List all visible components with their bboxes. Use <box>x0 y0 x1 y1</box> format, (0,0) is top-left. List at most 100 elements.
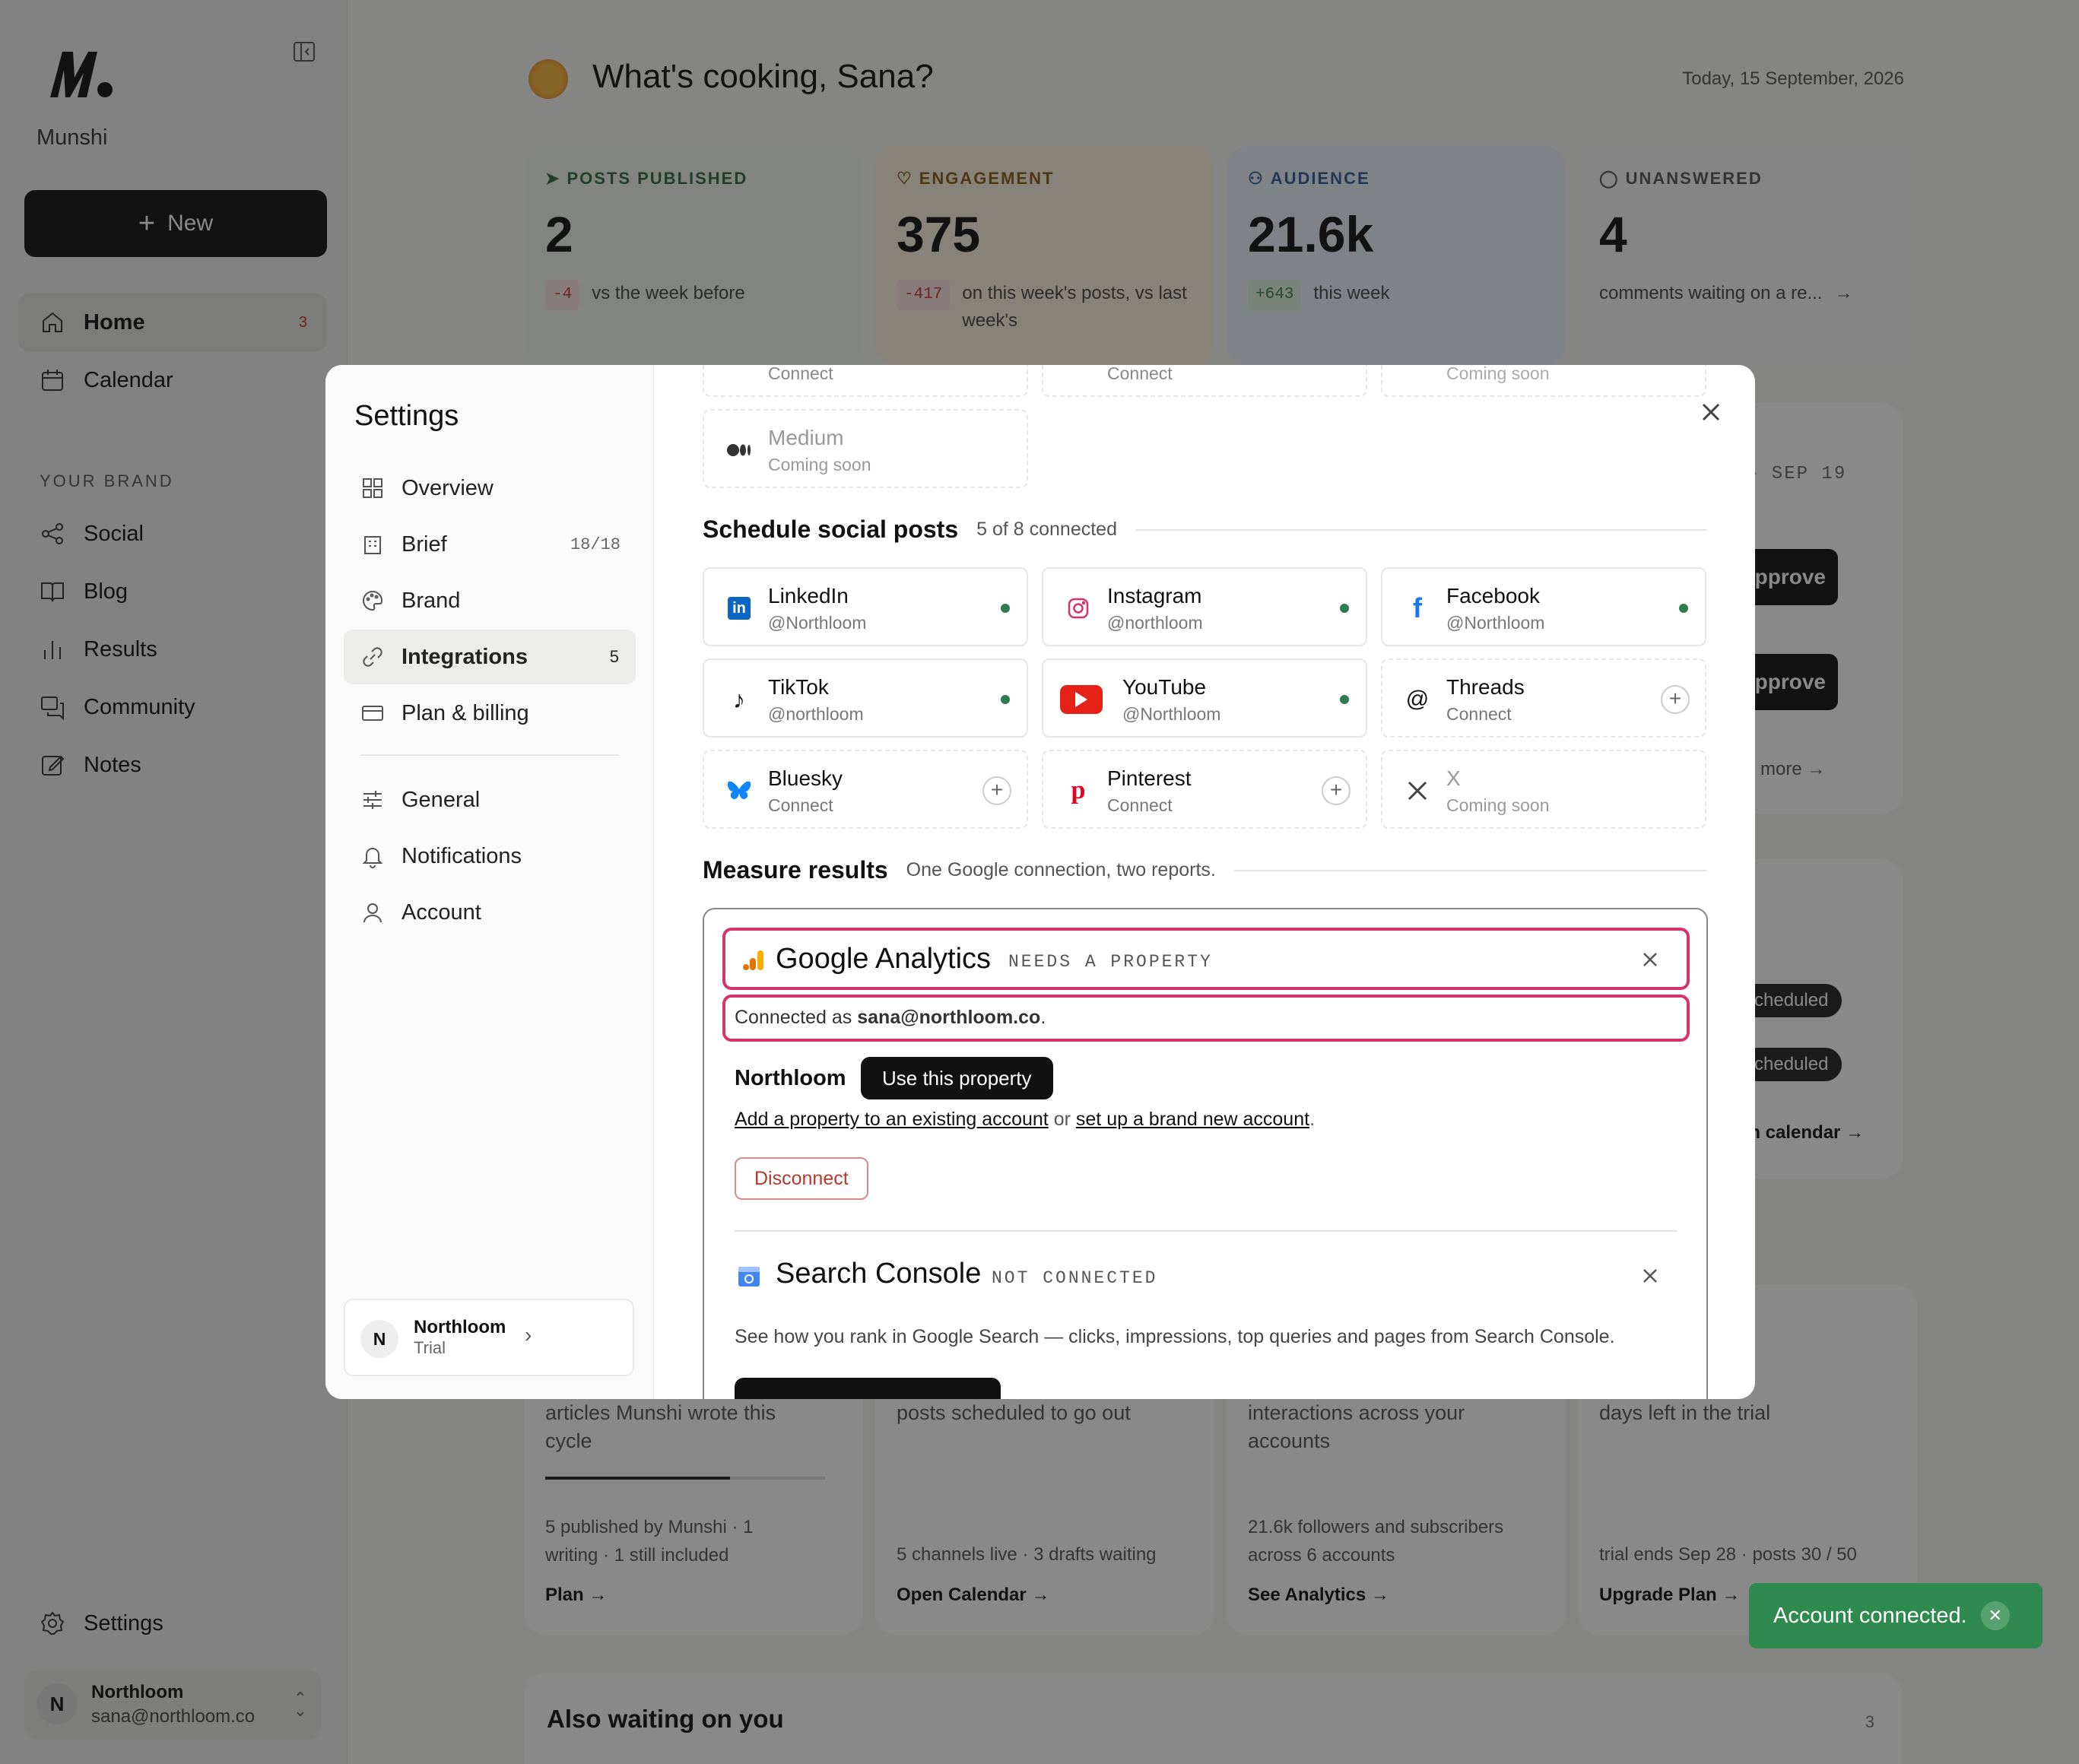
ga-status: NEEDS A PROPERTY <box>1008 952 1213 972</box>
settings-nav-label: Brief <box>402 531 447 557</box>
tile-sub: Connect <box>1446 704 1512 724</box>
toast-text: Account connected. <box>1773 1603 1967 1628</box>
sc-status: NOT CONNECTED <box>992 1268 1158 1288</box>
integration-tile[interactable]: Connect <box>1042 365 1367 397</box>
workspace-switcher[interactable]: N Northloom Trial › <box>344 1299 634 1376</box>
workspace-plan: Trial <box>414 1338 446 1357</box>
integration-tile-medium: Medium Coming soon <box>703 409 1028 488</box>
settings-nav-notifications[interactable]: Notifications <box>344 829 636 884</box>
integration-tile-linkedin[interactable]: in LinkedIn @Northloom <box>703 567 1028 646</box>
tile-name: Medium <box>768 426 844 449</box>
settings-title: Settings <box>354 400 459 432</box>
tiktok-icon: ♪ <box>733 685 745 713</box>
close-icon[interactable] <box>1696 397 1726 427</box>
tile-sub: @northloom <box>1107 613 1203 633</box>
tile-name: Instagram <box>1107 584 1202 608</box>
workspace-name: Northloom <box>414 1317 506 1337</box>
connected-dot <box>1340 695 1349 704</box>
grid-icon <box>363 478 382 498</box>
schedule-section-header: Schedule social posts 5 of 8 connected <box>703 516 1706 544</box>
settings-nav-label: General <box>402 787 481 812</box>
use-property-button[interactable]: Use this property <box>861 1057 1053 1099</box>
integration-tile[interactable]: Connect <box>703 365 1028 397</box>
sc-description: See how you rank in Google Search — clic… <box>735 1326 1615 1347</box>
use-property-label: Use this property <box>882 1067 1032 1090</box>
instagram-icon <box>1065 595 1092 622</box>
property-name: Northloom <box>735 1066 846 1090</box>
tile-sub: @Northloom <box>1446 613 1545 633</box>
chevron-right-icon: › <box>525 1323 532 1347</box>
google-integration-card: Google Analytics NEEDS A PROPERTY Connec… <box>703 908 1708 1399</box>
integration-tile-instagram[interactable]: Instagram @northloom <box>1042 567 1367 646</box>
settings-nav-brand[interactable]: Brand <box>344 573 636 628</box>
tile-name: X <box>1446 766 1461 790</box>
sliders-icon <box>363 791 382 809</box>
settings-nav-overview[interactable]: Overview <box>344 461 636 516</box>
connected-email: sana@northloom.co <box>857 1007 1041 1028</box>
nav-divider <box>360 754 619 756</box>
integration-tile-bluesky[interactable]: Bluesky Connect + <box>703 750 1028 829</box>
settings-nav-label: Brand <box>402 588 461 613</box>
add-icon[interactable]: + <box>982 776 1011 805</box>
building-icon <box>364 536 381 554</box>
integration-tile: Coming soon <box>1381 365 1706 397</box>
tile-sub: Coming soon <box>768 455 871 474</box>
connected-count: 5 of 8 connected <box>976 519 1117 540</box>
settings-nav-label: Account <box>402 899 481 925</box>
integration-tile-youtube[interactable]: YouTube @Northloom <box>1042 658 1367 738</box>
section-title: Measure results <box>703 856 888 884</box>
tile-sub: @Northloom <box>768 613 867 633</box>
settings-nav-billing[interactable]: Plan & billing <box>344 686 636 741</box>
card-divider <box>735 1230 1677 1232</box>
youtube-icon <box>1060 685 1103 714</box>
integration-tile-facebook[interactable]: f Facebook @Northloom <box>1381 567 1706 646</box>
search-console-icon <box>736 1265 762 1288</box>
section-sub: One Google connection, two reports. <box>906 859 1216 880</box>
section-title: Schedule social posts <box>703 516 959 543</box>
connect-search-console-button[interactable] <box>735 1378 1001 1399</box>
tile-sub: Coming soon <box>1446 365 1550 383</box>
connected-prefix: Connected as <box>735 1007 852 1028</box>
integration-tile-pinterest[interactable]: p Pinterest Connect + <box>1042 750 1367 829</box>
settings-nav-label: Plan & billing <box>402 700 529 725</box>
settings-nav: Settings Overview Brief 18/18 Brand Inte… <box>325 365 654 1399</box>
ga-remove-icon[interactable] <box>1639 949 1661 970</box>
add-property-link[interactable]: Add a property to an existing account <box>735 1109 1049 1130</box>
settings-nav-label: Integrations <box>402 644 528 669</box>
settings-nav-general[interactable]: General <box>344 773 636 827</box>
integrations-badge: 5 <box>609 647 619 666</box>
settings-nav-integrations[interactable]: Integrations 5 <box>344 630 636 684</box>
bell-icon <box>362 848 383 868</box>
settings-nav-label: Notifications <box>402 843 522 868</box>
add-icon[interactable]: + <box>1661 685 1690 714</box>
ga-connected-as: Connected as sana@northloom.co. <box>735 1007 1046 1028</box>
connected-dot <box>1679 604 1688 613</box>
x-icon <box>1404 777 1431 804</box>
threads-icon: @ <box>1405 687 1430 712</box>
settings-nav-account[interactable]: Account <box>344 885 636 940</box>
sc-title: Search Console <box>776 1258 982 1290</box>
tile-sub: Coming soon <box>1446 795 1550 815</box>
tile-name: YouTube <box>1122 675 1207 699</box>
tile-sub: Connect <box>768 795 833 815</box>
tile-name: LinkedIn <box>768 584 849 608</box>
tile-name: Bluesky <box>768 766 843 790</box>
settings-nav-brief[interactable]: Brief 18/18 <box>344 517 636 572</box>
new-account-link[interactable]: set up a brand new account <box>1076 1109 1309 1130</box>
disconnect-button[interactable]: Disconnect <box>735 1157 868 1200</box>
brief-badge: 18/18 <box>570 535 621 554</box>
integration-tile-threads[interactable]: @ Threads Connect + <box>1381 658 1706 738</box>
property-links: Add a property to an existing account or… <box>735 1109 1316 1130</box>
link-icon <box>363 647 382 667</box>
tile-name: Threads <box>1446 675 1525 699</box>
medium-icon <box>725 436 753 464</box>
measure-section-header: Measure results One Google connection, t… <box>703 856 1706 884</box>
sc-remove-icon[interactable] <box>1639 1265 1661 1287</box>
facebook-icon: f <box>1413 592 1422 623</box>
add-icon[interactable]: + <box>1322 776 1351 805</box>
toast: Account connected. ✕ <box>1749 1583 2042 1648</box>
integration-tile-x: X Coming soon <box>1381 750 1706 829</box>
tile-sub: Connect <box>1107 795 1173 815</box>
integration-tile-tiktok[interactable]: ♪ TikTok @northloom <box>703 658 1028 738</box>
toast-close-icon[interactable]: ✕ <box>1980 1601 2010 1630</box>
